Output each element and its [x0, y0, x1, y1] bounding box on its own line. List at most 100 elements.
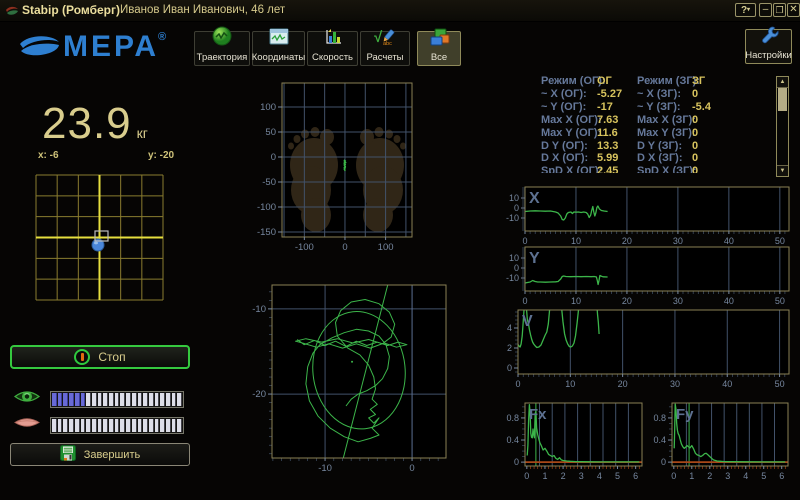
app-logo-icon — [5, 4, 19, 22]
svg-text:1: 1 — [542, 471, 547, 480]
progress-segment — [115, 419, 120, 432]
progress-segment — [132, 393, 137, 406]
scroll-down-arrow[interactable]: ▼ — [777, 165, 788, 176]
progress-segment — [120, 393, 125, 406]
svg-text:-10: -10 — [252, 304, 266, 315]
stats-row: Режим (ОГ):ОГРежим (ЗГ):ЗГ — [500, 75, 772, 88]
help-button[interactable]: ?▾ — [735, 3, 756, 17]
weight-unit: кг — [137, 125, 148, 141]
eyes-closed-progress-row — [14, 414, 184, 436]
application-window: Stabip (Ромберг) Иванов Иван Иванович, 4… — [0, 0, 800, 500]
progress-segment — [138, 419, 143, 432]
progress-segment — [126, 393, 131, 406]
svg-text:0.8: 0.8 — [506, 413, 519, 423]
stat-label: D X (ОГ): — [541, 152, 588, 165]
tab-calculations[interactable]: √abc Расчеты — [360, 31, 410, 66]
svg-text:-50: -50 — [262, 177, 276, 188]
svg-text:-100: -100 — [257, 202, 276, 213]
progress-segment — [103, 419, 108, 432]
svg-text:10: 10 — [565, 379, 575, 388]
svg-text:20: 20 — [618, 379, 628, 388]
finish-button[interactable]: Завершить — [10, 443, 190, 466]
progress-segment — [160, 393, 165, 406]
progress-segment — [75, 419, 80, 432]
stop-button[interactable]: Стоп — [10, 345, 190, 369]
svg-text:X: X — [529, 190, 540, 207]
stats-row: ~ Y (ОГ):-17~ Y (ЗГ):-5.4 — [500, 101, 772, 114]
stat-value: 0 — [692, 127, 698, 140]
stat-value: 0 — [692, 152, 698, 165]
eyes-open-progress-row — [14, 388, 184, 410]
progress-segment — [86, 393, 91, 406]
scroll-up-arrow[interactable]: ▲ — [777, 77, 788, 88]
progress-segment — [143, 393, 148, 406]
svg-text:abc: abc — [383, 41, 392, 46]
svg-text:0: 0 — [342, 242, 347, 253]
eyes-open-progress-bar — [50, 391, 184, 408]
stat-value: -5.27 — [597, 88, 622, 101]
settings-button[interactable]: Настройки — [745, 29, 792, 64]
stats-table: Режим (ОГ):ОГРежим (ЗГ):ЗГ~ X (ОГ):-5.27… — [500, 74, 772, 173]
progress-segment — [177, 393, 182, 406]
svg-text:30: 30 — [673, 296, 683, 305]
progress-segment — [63, 393, 68, 406]
progress-segment — [109, 393, 114, 406]
progress-segment — [52, 393, 57, 406]
stat-value: 13.3 — [597, 140, 618, 153]
trajectory-icon — [212, 26, 232, 51]
stat-label: Max Y (ЗГ): — [637, 127, 696, 140]
fy-spectrum-plot: 01234560.80.40Fy — [645, 399, 794, 485]
stat-label: Max Y (ОГ): — [541, 127, 601, 140]
fx-spectrum-plot: 01234560.80.40Fx — [498, 399, 648, 485]
svg-text:3: 3 — [579, 471, 584, 480]
tab-all-views[interactable]: Все — [417, 31, 461, 66]
svg-text:50: 50 — [265, 127, 276, 138]
progress-segment — [172, 419, 177, 432]
stats-scrollbar[interactable]: ▲ ▼ — [776, 76, 789, 177]
tab-coordinates[interactable]: Координаты — [252, 31, 305, 66]
svg-text:-10: -10 — [506, 213, 519, 223]
svg-text:4: 4 — [743, 471, 748, 480]
svg-text:0: 0 — [524, 471, 529, 480]
svg-text:6: 6 — [633, 471, 638, 480]
svg-text:1: 1 — [689, 471, 694, 480]
progress-segment — [86, 419, 91, 432]
svg-text:-10: -10 — [506, 273, 519, 283]
stats-row: SpD X (ОГ):2.45SpD X (ЗГ):0 — [500, 165, 772, 173]
progress-segment — [98, 393, 103, 406]
svg-text:0: 0 — [271, 152, 276, 163]
progress-segment — [58, 419, 63, 432]
close-button[interactable]: ✕ — [787, 3, 800, 17]
eye-open-icon — [14, 388, 40, 410]
calculations-icon: √abc — [374, 28, 396, 51]
balance-target-grid — [35, 174, 164, 306]
progress-segment — [120, 419, 125, 432]
progress-segment — [58, 393, 63, 406]
stat-label: Режим (ОГ): — [541, 75, 606, 88]
progress-segment — [92, 419, 97, 432]
stat-label: ~ Y (ОГ): — [541, 101, 586, 114]
progress-segment — [75, 393, 80, 406]
save-floppy-icon — [60, 445, 76, 464]
svg-text:0: 0 — [409, 463, 414, 474]
svg-text:5: 5 — [761, 471, 766, 480]
stat-label: D X (ЗГ): — [637, 152, 683, 165]
velocity-plot: 01020304050420V — [491, 306, 795, 393]
cursor-x-readout: x: -6 — [38, 150, 59, 161]
maximize-button[interactable]: ❐ — [773, 3, 786, 17]
stat-label: D Y (ОГ): — [541, 140, 588, 153]
progress-segment — [149, 393, 154, 406]
tab-speed[interactable]: Скорость — [307, 31, 358, 66]
weight-display: 23.9 кг — [42, 99, 148, 149]
svg-text:0: 0 — [515, 379, 520, 388]
progress-segment — [143, 419, 148, 432]
svg-text:4: 4 — [597, 471, 602, 480]
scroll-thumb[interactable] — [778, 88, 787, 111]
progress-segment — [109, 419, 114, 432]
stat-label: SpD X (ЗГ): — [637, 165, 697, 173]
minimize-button[interactable]: – — [759, 3, 772, 17]
progress-segment — [69, 393, 74, 406]
tab-trajectory[interactable]: Траектория — [194, 31, 250, 66]
mera-swoosh-icon — [18, 32, 60, 62]
svg-text:100: 100 — [378, 242, 394, 253]
